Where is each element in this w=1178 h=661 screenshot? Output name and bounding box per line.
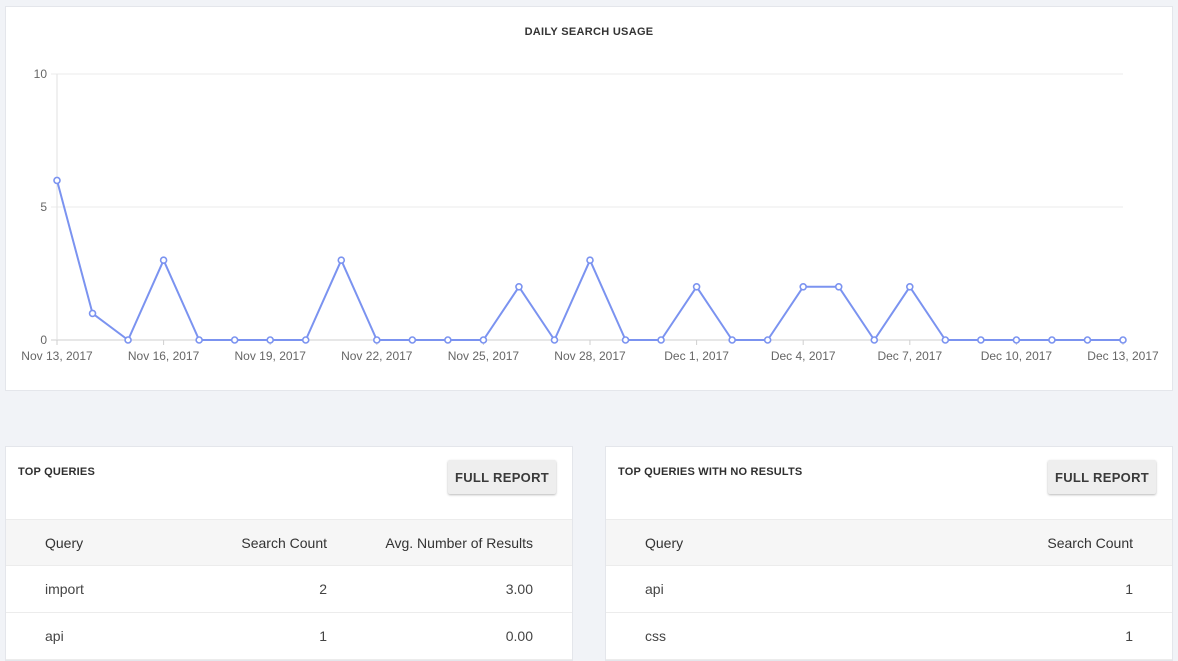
top-queries-title: TOP QUERIES bbox=[18, 466, 95, 478]
query-cell: import bbox=[45, 581, 84, 597]
data-point bbox=[408, 336, 417, 344]
data-point bbox=[124, 336, 132, 344]
data-point bbox=[834, 282, 843, 291]
search-count-cell: 1 bbox=[319, 628, 327, 644]
avg-results-cell: 0.00 bbox=[505, 628, 533, 644]
x-tick-label: Dec 13, 2017 bbox=[1087, 349, 1159, 363]
table-header: Query Search Count bbox=[606, 519, 1172, 566]
data-point bbox=[586, 256, 594, 264]
data-point bbox=[230, 336, 239, 344]
table-row: api 1 bbox=[606, 566, 1172, 613]
table-row: css 1 bbox=[606, 613, 1172, 660]
x-tick-label: Dec 1, 2017 bbox=[664, 349, 729, 363]
data-point bbox=[621, 336, 630, 344]
search-count-cell: 1 bbox=[1125, 628, 1133, 644]
data-point bbox=[1048, 336, 1056, 344]
data-point bbox=[941, 336, 950, 344]
data-point bbox=[266, 336, 275, 344]
data-point bbox=[728, 336, 736, 344]
table-row: import 2 3.00 bbox=[6, 566, 572, 613]
x-tick-label: Nov 16, 2017 bbox=[128, 349, 200, 363]
data-point bbox=[870, 336, 879, 344]
column-header-search-count[interactable]: Search Count bbox=[1047, 520, 1133, 566]
y-tick-label: 10 bbox=[34, 67, 48, 81]
query-cell: css bbox=[645, 628, 666, 644]
column-header-avg-results[interactable]: Avg. Number of Results bbox=[385, 520, 533, 566]
search-count-cell: 1 bbox=[1125, 581, 1133, 597]
data-point bbox=[53, 176, 61, 185]
query-cell: api bbox=[45, 628, 64, 644]
data-point bbox=[88, 309, 97, 318]
data-point bbox=[763, 336, 772, 344]
data-point bbox=[1083, 336, 1092, 344]
x-tick-label: Dec 10, 2017 bbox=[981, 349, 1053, 363]
data-point bbox=[479, 336, 488, 344]
x-tick-label: Nov 19, 2017 bbox=[235, 349, 307, 363]
daily-search-usage-chart: 0 5 10 Nov 13, 2017 Nov 16, 2017 Nov 19, 2017… bbox=[21, 67, 1159, 363]
x-tick-label: Nov 13, 2017 bbox=[21, 349, 93, 363]
x-tick-label: Dec 7, 2017 bbox=[877, 349, 942, 363]
data-point bbox=[515, 282, 523, 291]
data-point bbox=[977, 336, 985, 344]
top-queries-panel: TOP QUERIES FULL REPORT Query Search Cou… bbox=[5, 446, 573, 661]
data-point bbox=[301, 336, 310, 344]
data-point bbox=[1119, 336, 1127, 344]
data-point bbox=[444, 336, 452, 344]
avg-results-cell: 3.00 bbox=[505, 581, 533, 597]
x-tick-label: Nov 22, 2017 bbox=[341, 349, 413, 363]
column-header-query[interactable]: Query bbox=[645, 520, 683, 566]
top-queries-table: Query Search Count Avg. Number of Result… bbox=[6, 519, 572, 660]
top-queries-full-report-button[interactable]: FULL REPORT bbox=[448, 460, 556, 494]
data-point bbox=[1012, 336, 1021, 344]
data-point bbox=[550, 336, 559, 344]
column-header-search-count[interactable]: Search Count bbox=[241, 520, 327, 566]
data-point bbox=[799, 282, 808, 291]
data-point bbox=[159, 256, 168, 264]
data-point bbox=[372, 336, 381, 344]
y-tick-label: 5 bbox=[40, 200, 47, 214]
no-results-queries-panel: TOP QUERIES WITH NO RESULTS FULL REPORT … bbox=[605, 446, 1173, 661]
daily-search-usage-card: DAILY SEARCH USAGE 0 5 10 Nov 13, 2017 Nov 1… bbox=[5, 6, 1173, 391]
data-point bbox=[195, 336, 203, 344]
data-point bbox=[692, 282, 701, 291]
no-results-table: Query Search Count api 1 css 1 bbox=[606, 519, 1172, 660]
x-tick-label: Dec 4, 2017 bbox=[771, 349, 836, 363]
x-tick-label: Nov 25, 2017 bbox=[448, 349, 520, 363]
y-tick-label: 0 bbox=[40, 333, 47, 347]
table-row: api 1 0.00 bbox=[6, 613, 572, 660]
query-cell: api bbox=[645, 581, 664, 597]
x-tick-label: Nov 28, 2017 bbox=[554, 349, 626, 363]
no-results-full-report-button[interactable]: FULL REPORT bbox=[1048, 460, 1156, 494]
table-header: Query Search Count Avg. Number of Result… bbox=[6, 519, 572, 566]
data-point bbox=[657, 336, 665, 344]
data-point bbox=[337, 256, 346, 264]
no-results-title: TOP QUERIES WITH NO RESULTS bbox=[618, 466, 803, 478]
column-header-query[interactable]: Query bbox=[45, 520, 83, 566]
data-point bbox=[905, 282, 914, 291]
search-count-cell: 2 bbox=[319, 581, 327, 597]
